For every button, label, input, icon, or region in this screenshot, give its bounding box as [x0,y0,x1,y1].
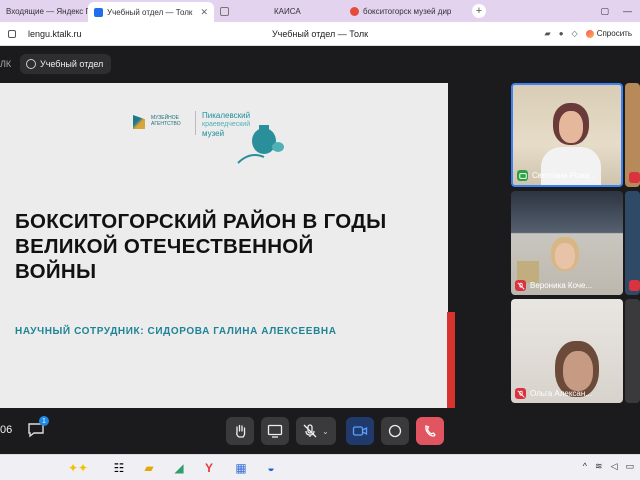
close-tab-icon[interactable]: ✕ [200,7,208,18]
wifi-icon[interactable]: ≋ [595,461,603,472]
phone-hangup-icon [425,425,436,437]
window-controls: ▢ — [600,0,640,22]
tabs-list-icon[interactable]: ▢ [600,6,609,17]
mic-off-icon [629,172,640,183]
brand-logo: ЛК [0,59,12,69]
task-view-icon[interactable]: ☷ [110,459,128,477]
participant-name-tag: Вероника Коче... [515,280,592,291]
logo-divider [195,111,196,135]
avatar-face [555,243,575,269]
mic-off-icon [629,280,640,291]
participant-name: Светлана Рома... [532,171,596,180]
hand-icon [236,424,246,438]
hang-up-button[interactable] [416,417,444,445]
camera-button[interactable] [346,417,374,445]
mic-muted-icon [303,424,317,438]
avatar-face [563,351,593,391]
tray-chevron-icon[interactable]: ^ [583,461,587,472]
new-tab-button[interactable]: + [472,4,486,18]
mic-off-icon [515,280,526,291]
tab-ktalk[interactable]: Учебный отдел — Толк ✕ [88,2,214,22]
participant-name: Ольга Алексан... [530,389,592,398]
call-timer: 06 [0,424,13,436]
chevron-down-icon[interactable]: ⌄ [322,427,329,436]
tab-ktalk-label: Учебный отдел — Толк [107,7,193,17]
ask-label: Спросить [596,29,632,38]
mic-indicator-icon[interactable]: ● [559,29,564,38]
microphone-button[interactable]: ⌄ [296,417,336,445]
document-icon [220,6,229,16]
yandex-icon [350,6,359,16]
lock-icon [8,29,16,38]
conference-app: ЛК Учебный отдел МУЗЕЙНОЕ АГЕНТСТВО Пика… [0,46,640,416]
participant-tile-partial[interactable] [625,191,640,295]
mic-off-icon [515,388,526,399]
participant-tile[interactable]: Ольга Алексан... [511,299,623,403]
vase-icon [237,125,284,164]
participant-tile[interactable]: Светлана Рома... [511,83,623,187]
tab-mail[interactable]: Входящие — Яндекс Почта [0,2,88,20]
tab-search[interactable]: бокситогорск музей дир [344,2,468,20]
tab-kaisa[interactable]: КАИСА [254,2,344,20]
app-icon[interactable]: ◢ [170,459,188,477]
record-icon [388,424,402,438]
agency-logo-text: МУЗЕЙНОЕ АГЕНТСТВО [151,115,181,127]
slide-title: БОКСИТОГОРСКИЙ РАЙОН В ГОДЫ ВЕЛИКОЙ ОТЕЧ… [15,210,387,283]
avatar-body [541,147,601,185]
participant-name: Вероника Коче... [530,281,593,290]
raise-hand-button[interactable] [226,417,254,445]
url-field[interactable]: lengu.ktalk.ru [28,29,82,39]
participant-tile-partial[interactable] [625,299,640,403]
room-selector[interactable]: Учебный отдел [20,54,112,74]
app-header: ЛК Учебный отдел [0,53,112,75]
video-camera-icon [352,426,368,436]
tab-kaisa-label: КАИСА [274,6,301,16]
browser-tab-strip: Входящие — Яндекс Почта Учебный отдел — … [0,0,640,22]
record-button[interactable] [381,417,409,445]
agency-logo-mark [133,115,145,129]
mic-on-icon [517,170,528,181]
chat-unread-badge: 1 [39,416,49,426]
slide-red-accent [447,312,455,408]
alice-icon [585,29,594,38]
camera-icon [94,7,103,17]
slide-author: НАУЧНЫЙ СОТРУДНИК: СИДОРОВА ГАЛИНА АЛЕКС… [15,326,337,337]
room-name: Учебный отдел [40,59,104,69]
room-icon [26,59,36,69]
participant-name-tag [629,172,640,183]
photos-icon[interactable]: ▦ [232,459,250,477]
battery-icon[interactable]: ▭ [625,461,634,472]
ask-button[interactable]: Спросить [585,29,632,38]
participant-tile[interactable]: Вероника Коче... [511,191,623,295]
bookmark-icon[interactable]: ◇ [572,29,578,38]
tab-mail-label: Входящие — Яндекс Почта [6,6,88,16]
avatar-face [559,111,583,143]
shared-slide: МУЗЕЙНОЕ АГЕНТСТВО Пикалевский краеведче… [0,83,448,408]
participant-tile-partial[interactable] [625,83,640,187]
yandex-browser-icon[interactable]: Y [200,459,218,477]
os-taskbar: ✦✦ ☷ ▰ ◢ Y ▦ ◒ ^ ≋ ◁ ▭ [0,454,640,480]
camera-indicator-icon[interactable]: ▰ [545,29,551,38]
call-controls: 06 1 ⌄ [0,408,640,454]
screen-icon [267,424,283,438]
minimize-icon[interactable]: — [623,6,632,16]
system-tray: ^ ≋ ◁ ▭ [583,461,634,472]
tab-blank[interactable] [214,2,254,20]
file-explorer-icon[interactable]: ▰ [140,459,158,477]
screen-share-button[interactable] [261,417,289,445]
museum-name-line1: Пикалевский [202,111,251,120]
participant-name-tag: Ольга Алексан... [515,388,592,399]
tab-search-label: бокситогорск музей дир [363,6,452,16]
museum-logo: МУЗЕЙНОЕ АГЕНТСТВО Пикалевский краеведче… [133,111,250,138]
edge-icon[interactable]: ◒ [262,459,280,477]
volume-icon[interactable]: ◁ [611,461,618,472]
widgets-sparkle-icon[interactable]: ✦✦ [58,459,98,477]
participant-name-tag [629,280,640,291]
participant-name-tag: Светлана Рома... [517,170,596,181]
address-bar: lengu.ktalk.ru Учебный отдел — Толк ▰ ● … [0,22,640,46]
